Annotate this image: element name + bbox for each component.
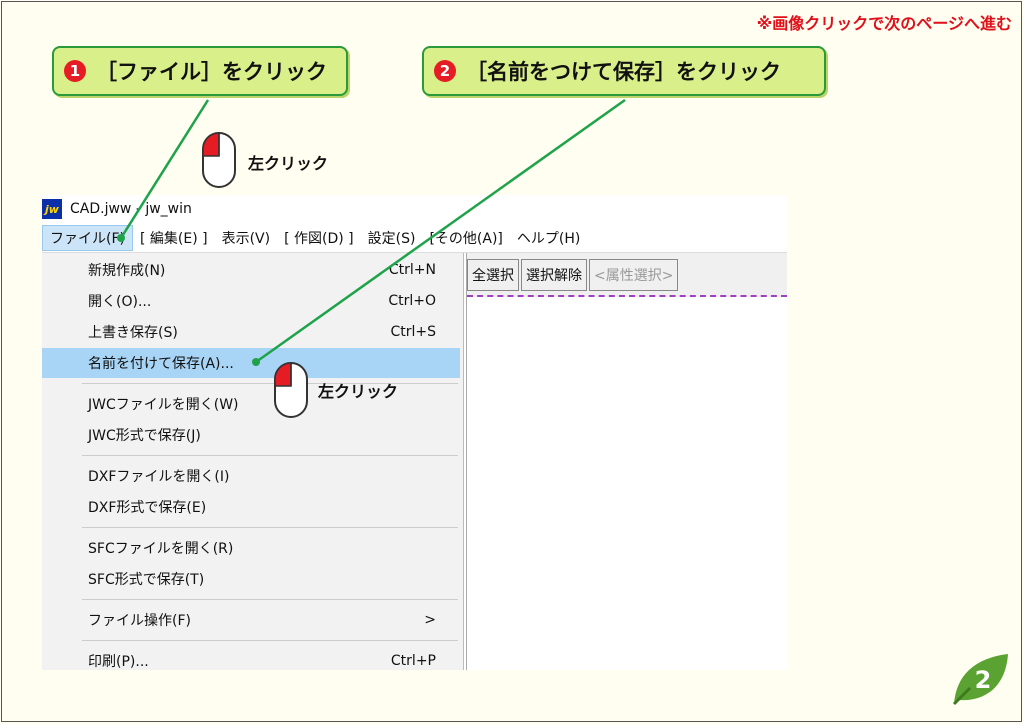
menu-item-open[interactable]: 開く(O)... Ctrl+O bbox=[42, 286, 460, 316]
menu-settings[interactable]: 設定(S) bbox=[361, 225, 423, 251]
deselect-button[interactable]: 選択解除 bbox=[521, 259, 587, 291]
menu-help[interactable]: ヘルプ(H) bbox=[510, 225, 587, 251]
chevron-right-icon: > bbox=[424, 612, 436, 628]
menu-file[interactable]: ファイル(F) bbox=[42, 224, 133, 251]
window-title: CAD.jww - jw_win bbox=[70, 201, 192, 217]
menu-separator bbox=[82, 383, 458, 384]
mouse-left-click-icon bbox=[202, 132, 236, 188]
menu-separator bbox=[82, 640, 458, 641]
step2-text: ［名前をつけて保存］をクリック bbox=[466, 60, 781, 84]
menu-separator bbox=[82, 527, 458, 528]
menu-other[interactable]: [その他(A)] bbox=[422, 225, 509, 251]
menu-separator bbox=[82, 455, 458, 456]
mouse-left-click-icon bbox=[274, 362, 308, 418]
menu-item-new[interactable]: 新規作成(N) Ctrl+N bbox=[42, 255, 460, 285]
jw-win-window: jw CAD.jww - jw_win ファイル(F) [ 編集(E) ] 表示… bbox=[42, 195, 787, 670]
step1-number: 1 bbox=[64, 60, 86, 82]
step2-callout: 2 ［名前をつけて保存］をクリック bbox=[422, 46, 826, 96]
menu-separator bbox=[82, 599, 458, 600]
menu-item-open-sfc[interactable]: SFCファイルを開く(R) bbox=[42, 533, 460, 563]
left-click-label-2: 左クリック bbox=[318, 382, 399, 401]
menu-draw[interactable]: [ 作図(D) ] bbox=[277, 225, 361, 251]
menu-item-save-sfc[interactable]: SFC形式で保存(T) bbox=[42, 564, 460, 594]
menu-view[interactable]: 表示(V) bbox=[215, 225, 278, 251]
leaf-icon: 2 bbox=[952, 654, 1008, 706]
menu-item-print[interactable]: 印刷(P)... Ctrl+P bbox=[42, 646, 460, 670]
step1-text: ［ファイル］をクリック bbox=[96, 60, 327, 84]
selection-toolbar: 全選択 選択解除 <属性選択> bbox=[467, 253, 787, 297]
page-number-badge: 2 bbox=[948, 650, 1012, 712]
jw-logo-icon: jw bbox=[42, 199, 62, 219]
left-click-label-1: 左クリック bbox=[248, 154, 329, 173]
menu-item-save[interactable]: 上書き保存(S) Ctrl+S bbox=[42, 317, 460, 347]
step2-number: 2 bbox=[434, 60, 456, 82]
select-all-button[interactable]: 全選択 bbox=[467, 259, 519, 291]
drawing-area[interactable]: 全選択 選択解除 <属性選択> bbox=[466, 253, 787, 670]
step1-callout: 1 ［ファイル］をクリック bbox=[52, 46, 348, 96]
next-page-hint[interactable]: ※画像クリックで次のページへ進む bbox=[757, 10, 1012, 34]
menu-bar: ファイル(F) [ 編集(E) ] 表示(V) [ 作図(D) ] 設定(S) … bbox=[42, 223, 787, 253]
menu-item-file-ops[interactable]: ファイル操作(F) > bbox=[42, 605, 460, 635]
title-bar: jw CAD.jww - jw_win bbox=[42, 195, 787, 223]
menu-item-save-as[interactable]: 名前を付けて保存(A)... bbox=[42, 348, 460, 378]
menu-edit[interactable]: [ 編集(E) ] bbox=[133, 225, 215, 251]
menu-item-save-jwc[interactable]: JWC形式で保存(J) bbox=[42, 420, 460, 450]
menu-item-save-dxf[interactable]: DXF形式で保存(E) bbox=[42, 492, 460, 522]
page-number: 2 bbox=[975, 666, 992, 694]
menu-item-open-dxf[interactable]: DXFファイルを開く(I) bbox=[42, 461, 460, 491]
attribute-select-button[interactable]: <属性選択> bbox=[589, 259, 679, 291]
file-menu-dropdown: 新規作成(N) Ctrl+N 開く(O)... Ctrl+O 上書き保存(S) … bbox=[42, 253, 464, 670]
